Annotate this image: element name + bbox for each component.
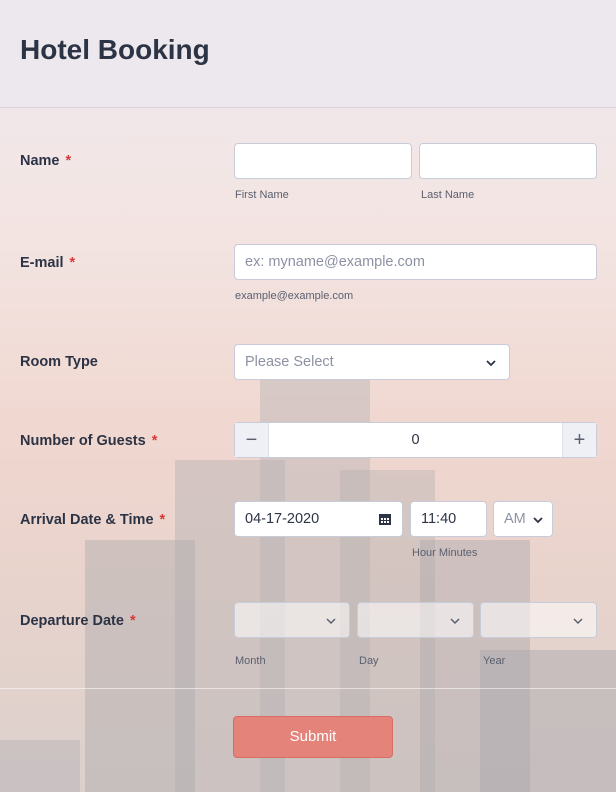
guests-stepper: − 0 + (234, 422, 597, 458)
day-caption: Day (359, 655, 379, 667)
last-name-caption: Last Name (421, 189, 475, 201)
required-mark: * (129, 613, 136, 629)
arrival-time-input[interactable]: 11:40 (410, 501, 487, 537)
calendar-icon[interactable] (378, 512, 392, 526)
form-title: Hotel Booking (20, 34, 210, 65)
arrival-label: Arrival Date & Time * (20, 512, 166, 528)
form-divider (0, 688, 616, 689)
chevron-down-icon (533, 517, 543, 524)
email-caption: example@example.com (235, 290, 354, 302)
chevron-down-icon (450, 618, 460, 625)
name-label: Name * (20, 153, 72, 169)
arrival-date-input[interactable]: 04-17-2020 (234, 501, 403, 537)
last-name-input[interactable] (419, 143, 597, 179)
arrival-time-value: 11:40 (421, 511, 457, 527)
email-placeholder: ex: myname@example.com (245, 254, 425, 270)
submit-button[interactable]: Submit (233, 716, 393, 758)
required-mark: * (65, 153, 72, 169)
first-name-caption: First Name (235, 189, 289, 201)
first-name-input[interactable] (234, 143, 412, 179)
chevron-down-icon (486, 360, 496, 367)
guests-value[interactable]: 0 (269, 432, 562, 448)
arrival-date-value: 04-17-2020 (245, 511, 320, 527)
departure-month-select[interactable] (234, 602, 350, 638)
increment-button[interactable]: + (562, 423, 596, 457)
year-caption: Year (483, 655, 506, 667)
departure-label: Departure Date * (20, 613, 136, 629)
room-type-label: Room Type (20, 354, 98, 370)
required-mark: * (69, 255, 76, 271)
month-caption: Month (235, 655, 266, 667)
required-mark: * (151, 433, 158, 449)
decrement-button[interactable]: − (235, 423, 269, 457)
ampm-value: AM (504, 511, 526, 527)
email-label: E-mail * (20, 255, 76, 271)
form-header: Hotel Booking (0, 0, 616, 108)
room-type-selected: Please Select (245, 354, 334, 370)
guests-label: Number of Guests * (20, 433, 158, 449)
city-skyline-background (0, 380, 616, 792)
chevron-down-icon (326, 618, 336, 625)
room-type-select[interactable]: Please Select (234, 344, 510, 380)
chevron-down-icon (573, 618, 583, 625)
departure-year-select[interactable] (480, 602, 597, 638)
departure-day-select[interactable] (357, 602, 474, 638)
email-input[interactable]: ex: myname@example.com (234, 244, 597, 280)
required-mark: * (159, 512, 166, 528)
ampm-select[interactable]: AM (493, 501, 553, 537)
time-caption: Hour Minutes (412, 547, 478, 559)
